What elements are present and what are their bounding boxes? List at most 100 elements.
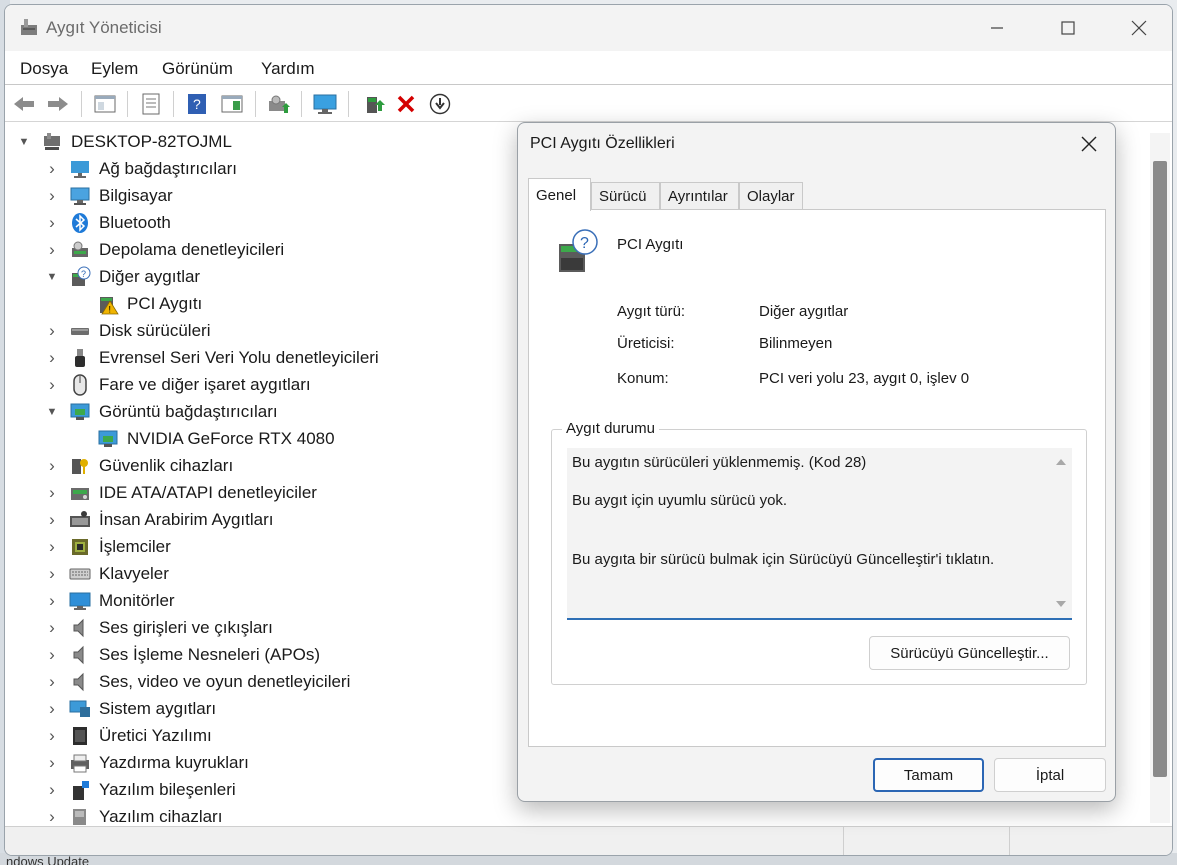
chevron-down-icon[interactable]: ▼ <box>17 135 31 149</box>
tree-category-item[interactable]: › Yazılım bileşenleri <box>45 776 236 803</box>
dialog-close-button[interactable] <box>1069 129 1109 159</box>
chevron-right-icon[interactable]: › <box>45 726 59 745</box>
ok-button[interactable]: Tamam <box>873 758 984 792</box>
tree-item-label: Diğer aygıtlar <box>99 266 201 286</box>
tree-category-item[interactable]: › Ses, video ve oyun denetleyicileri <box>45 668 350 695</box>
tab-driver[interactable]: Sürücü <box>591 182 660 210</box>
chevron-right-icon[interactable]: › <box>45 348 59 367</box>
scroll-down-icon[interactable] <box>1056 600 1066 608</box>
tab-events[interactable]: Olaylar <box>739 182 803 210</box>
tree-item-label: Bilgisayar <box>99 185 173 205</box>
update-driver-button[interactable]: Sürücüyü Güncelleştir... <box>869 636 1070 670</box>
speaker-icon <box>69 671 91 693</box>
tree-category-item[interactable]: › Depolama denetleyicileri <box>45 236 284 263</box>
menu-action[interactable]: Eylem <box>91 59 138 79</box>
chevron-right-icon[interactable]: › <box>45 159 59 178</box>
help-button[interactable]: ? <box>184 92 210 116</box>
tree-item-label: Ses, video ve oyun denetleyicileri <box>99 671 351 691</box>
tree-category-item[interactable]: › Yazılım cihazları <box>45 803 222 825</box>
tree-category-item[interactable]: › Ses İşleme Nesneleri (APOs) <box>45 641 320 668</box>
tree-category-item[interactable]: ▼ Görüntü bağdaştırıcıları <box>45 398 278 425</box>
tree-category-item[interactable]: › Bilgisayar <box>45 182 173 209</box>
chevron-right-icon[interactable]: › <box>45 699 59 718</box>
security-device-icon <box>69 455 91 477</box>
forward-arrow-icon <box>48 97 68 111</box>
tree-category-item[interactable]: ▼? Diğer aygıtlar <box>45 263 200 290</box>
textbox-scrollbar[interactable] <box>1052 448 1070 618</box>
chevron-right-icon[interactable]: › <box>45 483 59 502</box>
forward-button[interactable] <box>45 92 71 116</box>
close-icon <box>1131 20 1147 36</box>
tree-category-item[interactable]: › İşlemciler <box>45 533 171 560</box>
tree-item-label: PCI Aygıtı <box>127 293 203 313</box>
delete-x-icon <box>397 95 415 113</box>
network-adapter-icon <box>69 158 91 180</box>
chevron-right-icon[interactable]: › <box>45 807 59 826</box>
uninstall-device-button[interactable] <box>393 92 419 116</box>
chevron-down-icon[interactable]: ▼ <box>45 405 59 419</box>
action-pane-button[interactable] <box>219 92 245 116</box>
chevron-right-icon[interactable]: › <box>45 186 59 205</box>
status-line: Bu aygıtın sürücüleri yüklenmemiş. (Kod … <box>572 454 867 471</box>
back-button[interactable] <box>11 92 37 116</box>
device-status-textbox[interactable]: Bu aygıtın sürücüleri yüklenmemiş. (Kod … <box>567 448 1072 620</box>
chevron-right-icon[interactable]: › <box>45 672 59 691</box>
maximize-button[interactable] <box>1044 5 1092 51</box>
tree-category-item[interactable]: › Evrensel Seri Veri Yolu denetleyicileri <box>45 344 379 371</box>
speaker-icon <box>69 617 91 639</box>
cancel-button[interactable]: İptal <box>994 758 1106 792</box>
chevron-right-icon[interactable]: › <box>45 591 59 610</box>
tree-category-item[interactable]: › Yazdırma kuyrukları <box>45 749 249 776</box>
disable-device-button[interactable] <box>427 92 453 116</box>
tree-category-item[interactable]: › IDE ATA/ATAPI denetleyiciler <box>45 479 317 506</box>
update-driver-button[interactable] <box>266 92 292 116</box>
tree-category-item[interactable]: › Üretici Yazılımı <box>45 722 212 749</box>
field-label-manufacturer: Üreticisi: <box>617 335 675 352</box>
menu-help[interactable]: Yardım <box>261 59 315 79</box>
chevron-right-icon[interactable]: › <box>45 780 59 799</box>
chevron-right-icon[interactable]: › <box>45 321 59 340</box>
menu-file[interactable]: Dosya <box>20 59 68 79</box>
menu-view[interactable]: Görünüm <box>162 59 233 79</box>
chevron-right-icon[interactable]: › <box>45 753 59 772</box>
field-value-device-type: Diğer aygıtlar <box>759 303 849 320</box>
tree-child-item[interactable]: NVIDIA GeForce RTX 4080 <box>97 425 335 452</box>
chevron-right-icon[interactable]: › <box>45 510 59 529</box>
chevron-right-icon[interactable]: › <box>45 537 59 556</box>
chevron-right-icon[interactable]: › <box>45 456 59 475</box>
tree-category-item[interactable]: › Bluetooth <box>45 209 171 236</box>
properties-button[interactable] <box>138 92 164 116</box>
tab-general[interactable]: Genel <box>528 178 591 211</box>
chevron-right-icon[interactable]: › <box>45 240 59 259</box>
tree-root[interactable]: ▼ DESKTOP-82TOJML <box>17 128 232 155</box>
scan-hardware-button[interactable] <box>312 92 338 116</box>
tree-item-label: Evrensel Seri Veri Yolu denetleyicileri <box>99 347 379 367</box>
tree-category-item[interactable]: › Klavyeler <box>45 560 169 587</box>
tree-category-item[interactable]: › Disk sürücüleri <box>45 317 210 344</box>
scroll-up-icon[interactable] <box>1056 458 1066 466</box>
minimize-button[interactable] <box>973 5 1021 51</box>
show-hide-console-tree-button[interactable] <box>92 92 118 116</box>
tree-category-item[interactable]: › Güvenlik cihazları <box>45 452 233 479</box>
enable-device-button[interactable] <box>361 92 387 116</box>
chevron-right-icon[interactable]: › <box>45 213 59 232</box>
tree-category-item[interactable]: › Ses girişleri ve çıkışları <box>45 614 273 641</box>
close-button[interactable] <box>1115 5 1163 51</box>
download-circle-icon <box>429 93 451 115</box>
scrollbar-thumb[interactable] <box>1153 161 1167 777</box>
chevron-right-icon[interactable]: › <box>45 564 59 583</box>
chevron-right-icon[interactable]: › <box>45 645 59 664</box>
tree-child-item[interactable]: ! PCI Aygıtı <box>97 290 202 317</box>
tree-category-item[interactable]: › İnsan Arabirim Aygıtları <box>45 506 273 533</box>
tab-details[interactable]: Ayrıntılar <box>660 182 739 210</box>
title-bar[interactable]: Aygıt Yöneticisi <box>5 5 1172 51</box>
chevron-down-icon[interactable]: ▼ <box>45 270 59 284</box>
tree-category-item[interactable]: › Sistem aygıtları <box>45 695 216 722</box>
tree-category-item[interactable]: › Monitörler <box>45 587 175 614</box>
tree-category-item[interactable]: › Fare ve diğer işaret aygıtları <box>45 371 311 398</box>
enable-device-icon <box>367 97 385 113</box>
chevron-right-icon[interactable]: › <box>45 375 59 394</box>
chevron-right-icon[interactable]: › <box>45 618 59 637</box>
tree-category-item[interactable]: › Ağ bağdaştırıcıları <box>45 155 237 182</box>
tree-item-label: Yazılım bileşenleri <box>99 779 236 799</box>
